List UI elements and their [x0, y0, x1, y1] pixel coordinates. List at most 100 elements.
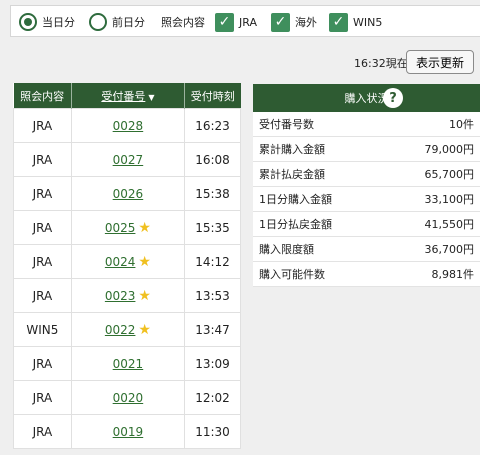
status-row: 1日分払戻金額 41,550円 [253, 212, 480, 237]
receipt-content: JRA [13, 380, 72, 415]
receipt-content: JRA [13, 244, 72, 279]
status-label: 受付番号数 [259, 118, 314, 131]
filter-bar: 当日分 前日分 照会内容 ✓ JRA ✓ 海外 ✓ WIN5 [10, 5, 480, 37]
receipt-time: 11:30 [184, 414, 241, 449]
receipt-number-link[interactable]: 0025 [105, 221, 136, 235]
jra-checkbox-option[interactable]: ✓ JRA [215, 6, 257, 38]
receipt-number-link[interactable]: 0028 [113, 119, 144, 133]
status-row: 購入限度額 36,700円 [253, 237, 480, 262]
star-icon: ★ [138, 219, 151, 236]
receipt-row: JRA 0026 15:38 [13, 176, 241, 211]
status-label: 購入限度額 [259, 243, 314, 256]
query-content-label: 照会内容 [161, 16, 205, 29]
refresh-button[interactable]: 表示更新 [406, 50, 474, 74]
purchase-status-header: 購入状況 ? [253, 84, 480, 112]
refresh-time: 16:32現在 [354, 57, 408, 70]
receipt-time: 13:53 [184, 278, 241, 313]
receipt-time: 15:35 [184, 210, 241, 245]
receipt-time: 14:12 [184, 244, 241, 279]
receipt-content: WIN5 [13, 312, 72, 347]
receipt-number-link[interactable]: 0022 [105, 323, 136, 337]
receipt-number-link[interactable]: 0026 [113, 187, 144, 201]
radio-selected-icon[interactable] [19, 13, 37, 31]
receipt-number-link[interactable]: 0020 [113, 391, 144, 405]
column-header-content: 照会内容 [13, 83, 72, 109]
receipt-content: JRA [13, 414, 72, 449]
sort-by-number-link[interactable]: 受付番号 [101, 90, 145, 103]
column-header-time: 受付時刻 [184, 83, 241, 109]
status-label: 累計払戻金額 [259, 168, 325, 181]
receipt-table: 照会内容 受付番号 ▼ 受付時刻 JRA 0028 16:23 JRA 0027 16:08… [13, 83, 241, 449]
receipt-row: JRA 0027 16:08 [13, 142, 241, 177]
status-value: 41,550円 [424, 218, 475, 231]
purchase-status-panel: 購入状況 ? 受付番号数 10件累計購入金額 79,000円累計払戻金額 65,700… [253, 84, 480, 287]
receipt-number-cell: 0028 [70, 108, 186, 143]
status-value: 33,100円 [424, 193, 475, 206]
status-row: 受付番号数 10件 [253, 112, 480, 137]
star-icon: ★ [138, 321, 151, 338]
help-icon[interactable]: ? [383, 88, 403, 108]
status-row: 累計購入金額 79,000円 [253, 137, 480, 162]
checkbox-checked-icon[interactable]: ✓ [271, 12, 290, 32]
today-label: 当日分 [42, 16, 75, 29]
previous-day-label: 前日分 [112, 16, 145, 29]
receipt-row: WIN5 0022 ★ 13:47 [13, 312, 241, 347]
status-value: 79,000円 [424, 143, 475, 156]
receipt-content: JRA [13, 210, 72, 245]
receipt-time: 16:23 [184, 108, 241, 143]
status-row: 1日分購入金額 33,100円 [253, 187, 480, 212]
status-row: 累計払戻金額 65,700円 [253, 162, 480, 187]
receipt-number-link[interactable]: 0019 [113, 425, 144, 439]
receipt-number-cell: 0023 ★ [70, 278, 186, 313]
receipt-number-link[interactable]: 0027 [113, 153, 144, 167]
today-radio-option[interactable]: 当日分 [19, 6, 75, 38]
radio-unselected-icon[interactable] [89, 13, 107, 31]
receipt-number-cell: 0027 [70, 142, 186, 177]
receipt-time: 15:38 [184, 176, 241, 211]
receipt-number-cell: 0025 ★ [70, 210, 186, 245]
receipt-time: 13:47 [184, 312, 241, 347]
win5-checkbox-option[interactable]: ✓ WIN5 [329, 6, 382, 38]
status-label: 購入可能件数 [259, 268, 325, 281]
receipt-row: JRA 0024 ★ 14:12 [13, 244, 241, 279]
checkbox-checked-icon[interactable]: ✓ [215, 12, 234, 32]
receipt-number-cell: 0026 [70, 176, 186, 211]
receipt-number-link[interactable]: 0024 [105, 255, 136, 269]
receipt-row: JRA 0019 11:30 [13, 414, 241, 449]
receipt-content: JRA [13, 176, 72, 211]
column-header-number[interactable]: 受付番号 ▼ [71, 83, 186, 109]
previous-day-radio-option[interactable]: 前日分 [89, 6, 145, 38]
checkbox-checked-icon[interactable]: ✓ [329, 12, 348, 32]
receipt-content: JRA [13, 346, 72, 381]
receipt-time: 16:08 [184, 142, 241, 177]
receipt-content: JRA [13, 278, 72, 313]
receipt-content: JRA [13, 108, 72, 143]
receipt-number-cell: 0021 [70, 346, 186, 381]
status-label: 1日分購入金額 [259, 193, 332, 206]
status-row: 購入可能件数 8,981件 [253, 262, 480, 287]
receipt-number-link[interactable]: 0021 [113, 357, 144, 371]
receipt-table-header: 照会内容 受付番号 ▼ 受付時刻 [13, 83, 241, 109]
sort-down-icon[interactable]: ▼ [148, 93, 154, 102]
overseas-label: 海外 [295, 16, 317, 29]
status-value: 65,700円 [424, 168, 475, 181]
receipt-number-cell: 0020 [70, 380, 186, 415]
purchase-status-title: 購入状況 [344, 92, 389, 105]
win5-label: WIN5 [353, 15, 383, 29]
overseas-checkbox-option[interactable]: ✓ 海外 [271, 6, 317, 38]
receipt-row: JRA 0025 ★ 15:35 [13, 210, 241, 245]
receipt-row: JRA 0021 13:09 [13, 346, 241, 381]
receipt-row: JRA 0020 12:02 [13, 380, 241, 415]
receipt-time: 13:09 [184, 346, 241, 381]
receipt-number-link[interactable]: 0023 [105, 289, 136, 303]
receipt-content: JRA [13, 142, 72, 177]
jra-label: JRA [239, 15, 257, 29]
star-icon: ★ [138, 287, 151, 304]
receipt-row: JRA 0028 16:23 [13, 108, 241, 143]
status-label: 1日分払戻金額 [259, 218, 332, 231]
receipt-row: JRA 0023 ★ 13:53 [13, 278, 241, 313]
status-label: 累計購入金額 [259, 143, 325, 156]
status-value: 10件 [449, 118, 474, 131]
status-value: 8,981件 [431, 268, 475, 281]
star-icon: ★ [138, 253, 151, 270]
